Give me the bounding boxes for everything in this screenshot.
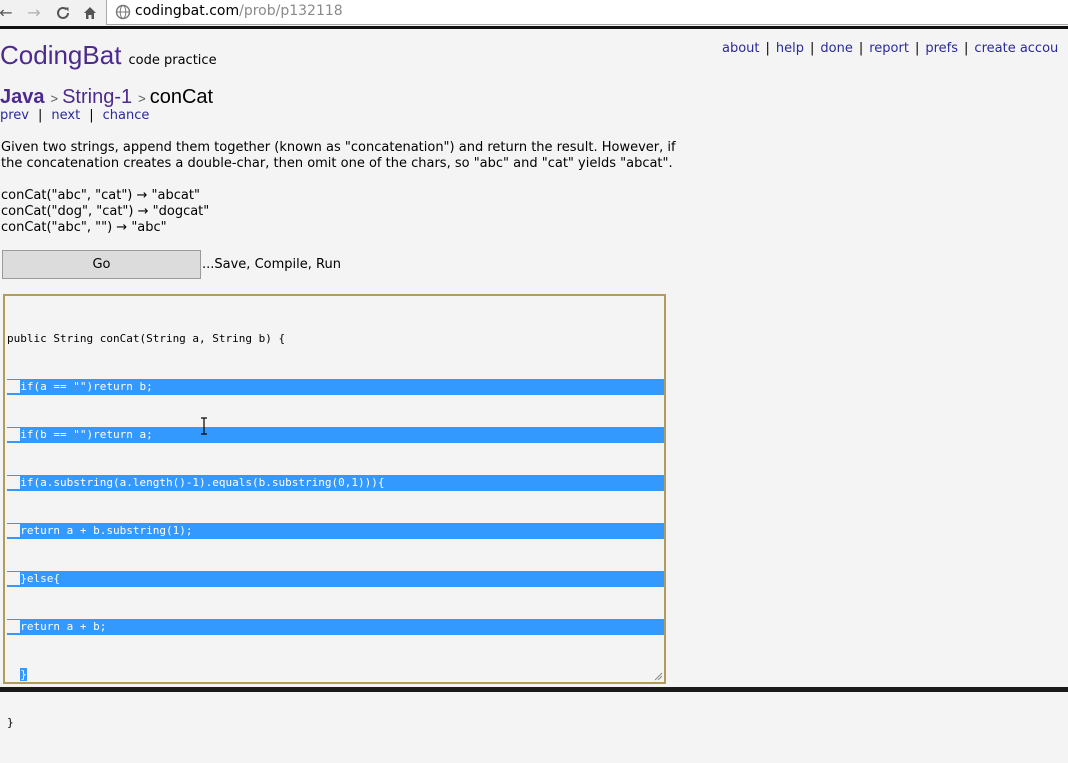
breadcrumb-language[interactable]: Java [0, 86, 45, 108]
code-line-selected: } [7, 667, 664, 683]
code-text: return a + b; [20, 620, 107, 633]
code-line-selected: if(a.substring(a.length()-1).equals(b.su… [7, 475, 664, 491]
code-content[interactable]: public String conCat(String a, String b)… [7, 299, 664, 763]
url-path: /prob/p132118 [239, 3, 343, 19]
browser-toolbar: ← → codingbat.com/prob/p132118 [0, 0, 1068, 26]
address-bar[interactable]: codingbat.com/prob/p132118 [106, 0, 1068, 25]
reload-icon[interactable] [53, 3, 73, 23]
nav-about[interactable]: about [722, 41, 760, 56]
code-line-selected: }else{ [7, 571, 664, 587]
nav-separator: | [810, 41, 815, 56]
site-header: CodingBat code practice [0, 40, 217, 71]
url-text: codingbat.com/prob/p132118 [135, 3, 343, 19]
nav-help[interactable]: help [776, 41, 804, 56]
resize-grip-icon[interactable] [653, 671, 663, 681]
page-title: conCat [149, 86, 214, 108]
nav-create-account[interactable]: create accou [974, 41, 1058, 56]
breadcrumb-separator: > [50, 91, 59, 106]
code-indent [7, 380, 21, 393]
breadcrumb-section[interactable]: String-1 [62, 86, 132, 108]
breadcrumb-separator: > [138, 91, 146, 106]
nav-separator: | [765, 41, 770, 56]
nav-report[interactable]: report [869, 41, 909, 56]
code-text: public String conCat(String a, String b)… [7, 332, 286, 345]
code-line-selected: if(b == "")return a; [7, 427, 664, 443]
nav-prefs[interactable]: prefs [925, 41, 958, 56]
code-text: if(b == "")return a; [20, 428, 153, 441]
site-logo[interactable]: CodingBat [0, 40, 121, 70]
code-line-selected: return a + b.substring(1); [7, 523, 664, 539]
code-line-selected: if(a == "")return b; [7, 379, 664, 395]
code-text: if(a == "")return b; [20, 380, 153, 393]
top-nav: about | help | done | report | prefs | create acco… [722, 41, 1058, 56]
site-tagline: code practice [128, 53, 217, 68]
nav-separator: | [914, 41, 920, 56]
go-button[interactable]: Go [2, 250, 201, 279]
code-indent [7, 428, 21, 441]
code-line: public String conCat(String a, String b)… [7, 331, 664, 347]
code-text: }else{ [20, 572, 60, 585]
back-arrow-icon[interactable]: ← [0, 3, 16, 23]
code-text: if(a.substring(a.length()-1).equals(b.su… [20, 476, 385, 489]
nav-done[interactable]: done [820, 41, 852, 56]
taskbar-edge [0, 687, 1068, 692]
code-line-selected: return a + b; [7, 619, 664, 635]
prev-link[interactable]: prev [0, 108, 29, 123]
globe-icon [115, 4, 131, 20]
next-link[interactable]: next [51, 108, 80, 123]
text-cursor-icon [201, 417, 207, 435]
code-indent [7, 620, 21, 633]
code-text: } [20, 668, 27, 681]
code-line: } [7, 715, 664, 731]
nav-separator: | [858, 41, 864, 56]
example-line: conCat("abc", "") → "abc" [1, 220, 167, 235]
run-hint: ...Save, Compile, Run [202, 257, 341, 272]
code-indent [7, 668, 21, 681]
problem-nav-separator: | [38, 108, 43, 123]
url-host: codingbat.com [135, 3, 240, 19]
code-indent [7, 476, 21, 489]
toolbar-divider [0, 26, 1068, 29]
examples-list: conCat("abc", "cat") → "abcat" conCat("d… [1, 188, 209, 236]
problem-nav-separator: | [89, 108, 94, 123]
nav-separator: | [964, 41, 969, 56]
problem-description: Given two strings, append them together … [1, 140, 676, 171]
code-indent [7, 524, 21, 537]
forward-arrow-icon[interactable]: → [24, 3, 44, 23]
code-text: return a + b.substring(1); [20, 524, 193, 537]
code-indent [7, 572, 21, 585]
breadcrumb: Java > String-1 > conCat [0, 86, 213, 109]
example-line: conCat("dog", "cat") → "dogcat" [1, 204, 210, 219]
chance-link[interactable]: chance [103, 108, 150, 123]
code-editor[interactable]: public String conCat(String a, String b)… [3, 294, 666, 729]
home-icon[interactable] [80, 3, 100, 23]
example-line: conCat("abc", "cat") → "abcat" [1, 188, 200, 203]
code-text: } [7, 716, 14, 729]
problem-nav: prev | next | chance [0, 108, 149, 123]
